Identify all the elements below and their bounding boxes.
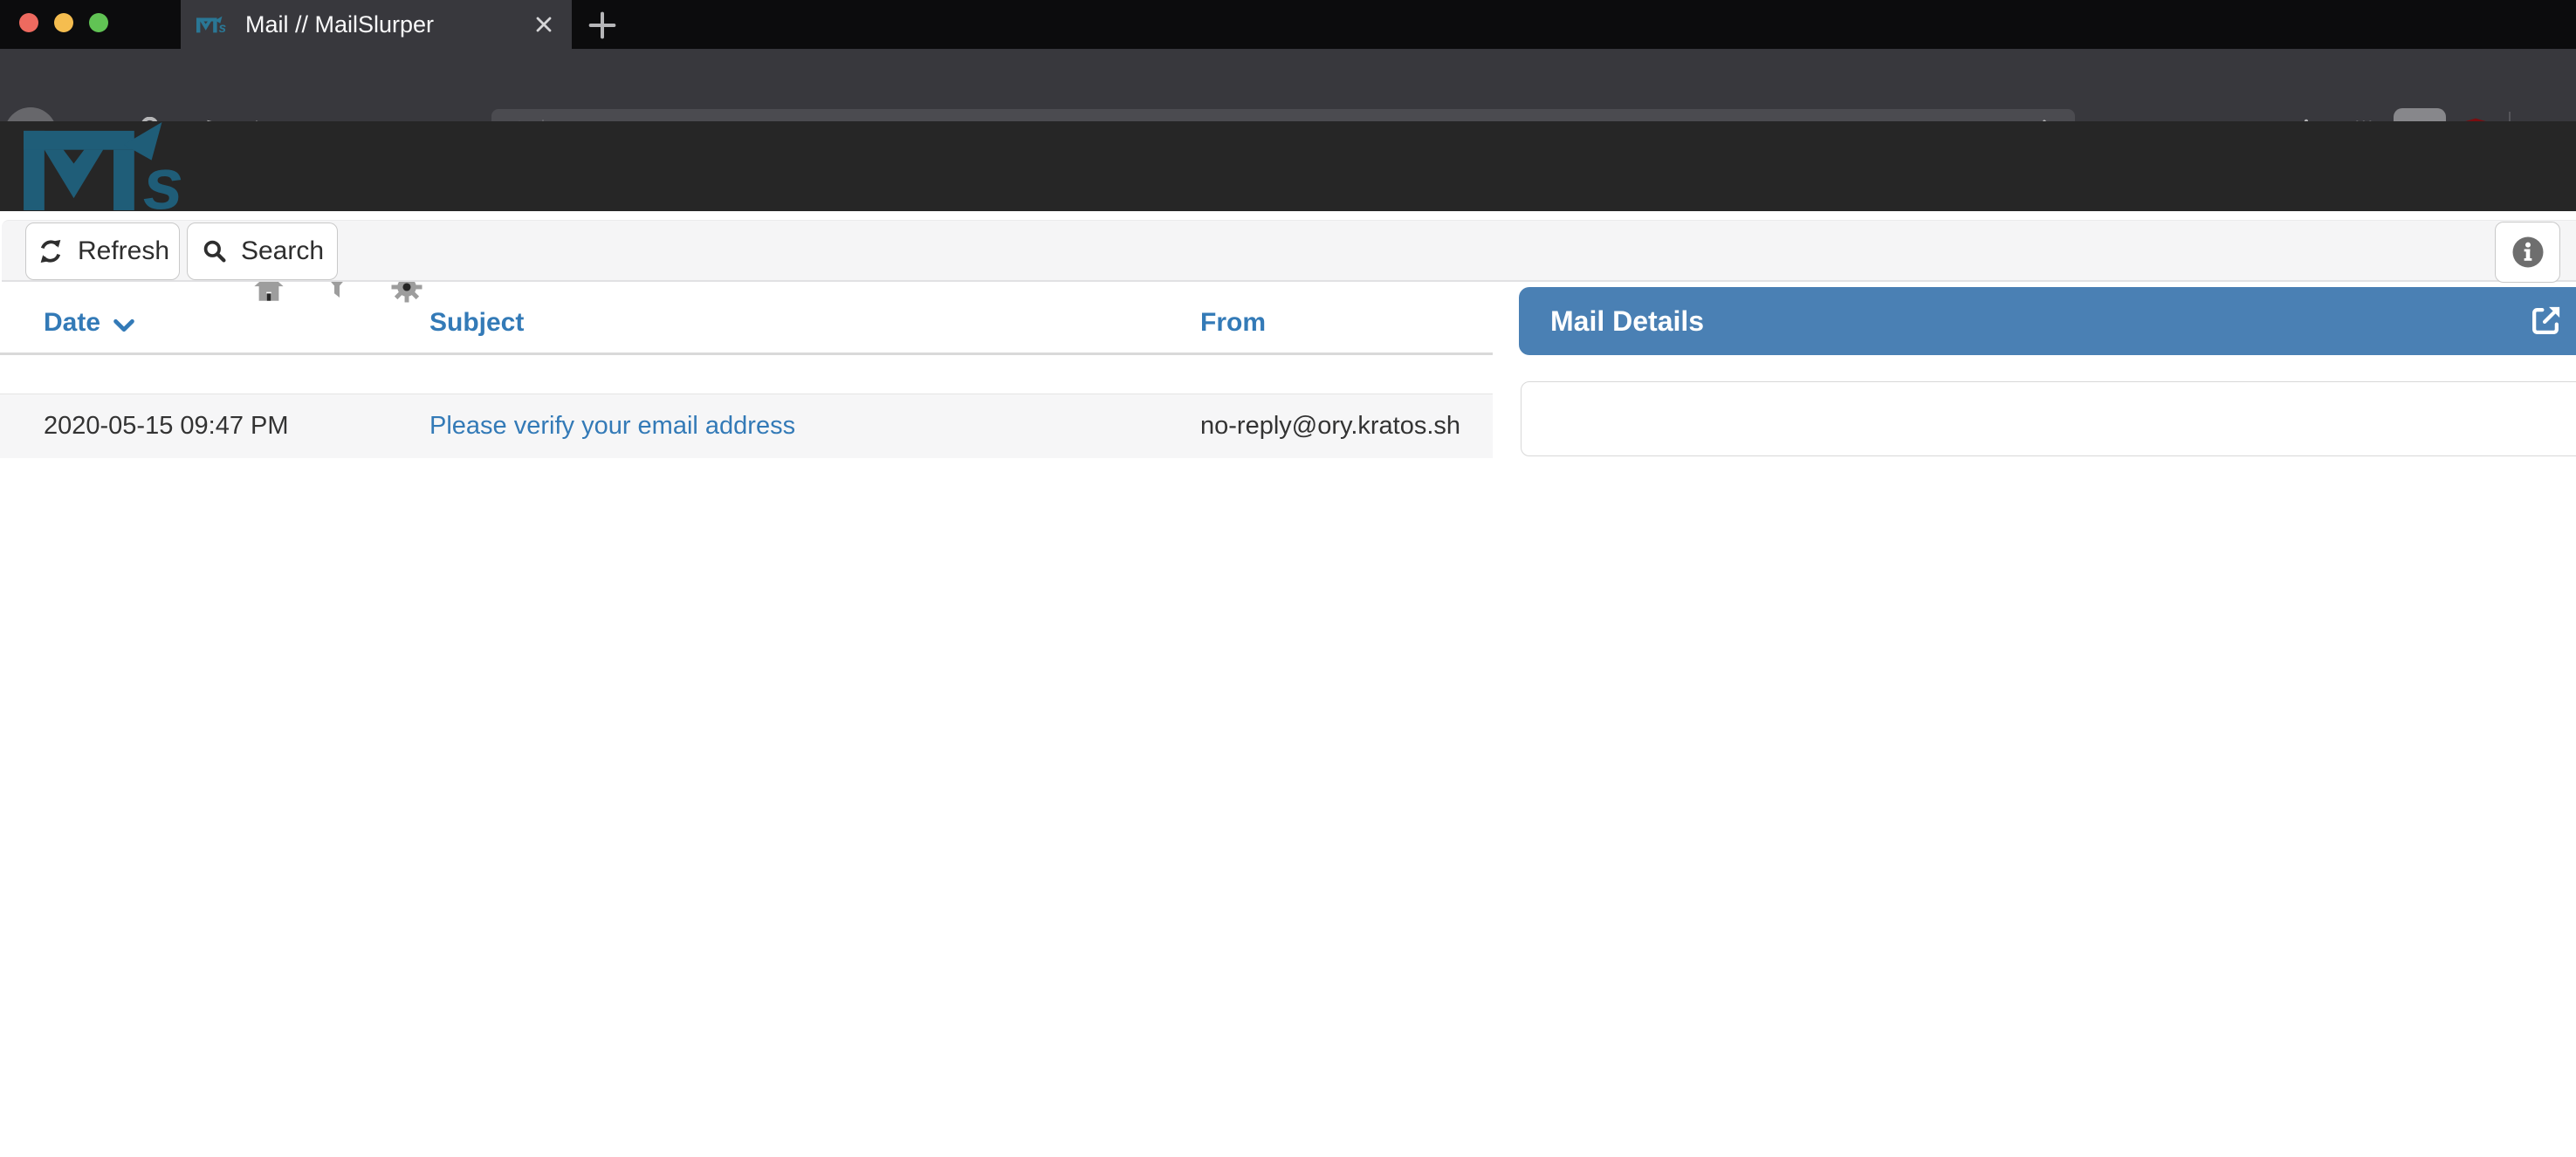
search-icon — [201, 237, 229, 265]
mail-subject-cell[interactable]: Please verify your email address — [429, 394, 795, 458]
tab-title: Mail // MailSlurper — [245, 11, 532, 38]
mail-details-body — [1521, 381, 2576, 456]
browser-tab-bar: s Mail // MailSlurper — [0, 0, 2576, 49]
window-close-button[interactable] — [19, 13, 38, 32]
refresh-button[interactable]: Refresh — [25, 222, 180, 280]
window-minimize-button[interactable] — [54, 13, 73, 32]
close-tab-icon[interactable] — [532, 12, 556, 37]
svg-text:s: s — [143, 143, 183, 210]
window-zoom-button[interactable] — [89, 13, 108, 32]
mail-details-header: Mail Details — [1519, 287, 2576, 355]
info-icon — [2510, 234, 2546, 270]
mailslurper-favicon: s — [196, 16, 231, 33]
mailslurper-logo: s — [23, 122, 212, 210]
column-header-subject[interactable]: Subject — [429, 292, 524, 353]
action-bar — [2, 220, 2576, 282]
column-header-date[interactable]: Date — [44, 292, 135, 353]
external-link-icon[interactable] — [2526, 302, 2565, 340]
table-header-border — [0, 353, 1493, 355]
mail-subject-link[interactable]: Please verify your email address — [429, 412, 795, 441]
refresh-icon — [36, 236, 65, 266]
mail-details-title: Mail Details — [1550, 305, 2526, 338]
mail-from-cell: no-reply@ory.kratos.sh — [1200, 394, 1460, 458]
browser-tab[interactable]: s Mail // MailSlurper — [181, 0, 572, 49]
app-header: s — [0, 121, 2576, 211]
screen: s Mail // MailSlurper — [0, 0, 2576, 1157]
new-tab-icon[interactable] — [585, 8, 620, 43]
refresh-label: Refresh — [78, 236, 169, 266]
sort-desc-icon — [113, 318, 135, 333]
search-button[interactable]: Search — [187, 222, 338, 280]
column-header-from[interactable]: From — [1200, 292, 1266, 353]
browser-nav-toolbar: 127.0.0.1:4436 — [0, 49, 2576, 121]
search-label: Search — [241, 236, 324, 266]
info-button[interactable] — [2495, 222, 2560, 283]
svg-text:s: s — [218, 21, 226, 33]
mail-date-cell: 2020-05-15 09:47 PM — [44, 394, 289, 458]
